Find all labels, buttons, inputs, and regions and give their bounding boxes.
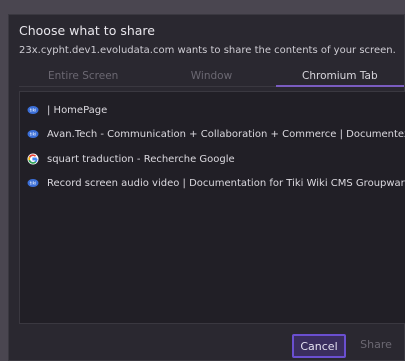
list-item-label: squart traduction - Recherche Google [47, 153, 235, 165]
list-item-record-screen[interactable]: tiki Record screen audio video | Documen… [20, 172, 405, 194]
share-button[interactable]: Share [354, 334, 398, 358]
tiki-favicon-icon: tiki [27, 177, 39, 189]
share-source-tabs: Entire Screen Window Chromium Tab [19, 67, 404, 87]
share-screen-dialog: Choose what to share 23x.cypht.dev1.evol… [8, 14, 405, 361]
svg-text:tiki: tiki [30, 181, 37, 187]
list-item-label: Record screen audio video | Documentatio… [47, 177, 405, 189]
tab-entire-screen[interactable]: Entire Screen [19, 67, 148, 87]
tab-window[interactable]: Window [147, 67, 276, 87]
list-item-label: | HomePage [47, 104, 108, 116]
list-item-label: Avan.Tech - Communication + Collaboratio… [47, 128, 405, 140]
tab-chromium-tab[interactable]: Chromium Tab [275, 67, 404, 87]
list-item-homepage[interactable]: tiki | HomePage [20, 99, 405, 121]
tiki-favicon-icon: tiki [27, 128, 39, 140]
tiki-favicon-icon: tiki [27, 104, 39, 116]
google-favicon-icon [27, 153, 39, 165]
svg-text:tiki: tiki [30, 108, 37, 114]
list-item-avan-tech[interactable]: tiki Avan.Tech - Communication + Collabo… [20, 123, 405, 145]
list-item-google-search[interactable]: squart traduction - Recherche Google [20, 148, 405, 170]
dialog-subtitle: 23x.cypht.dev1.evoludata.com wants to sh… [19, 45, 396, 56]
tab-list: tiki | HomePage tiki Avan.Tech - Communi… [19, 91, 405, 324]
cancel-button[interactable]: Cancel [292, 334, 346, 358]
svg-text:tiki: tiki [30, 132, 37, 138]
dialog-title: Choose what to share [19, 23, 155, 38]
